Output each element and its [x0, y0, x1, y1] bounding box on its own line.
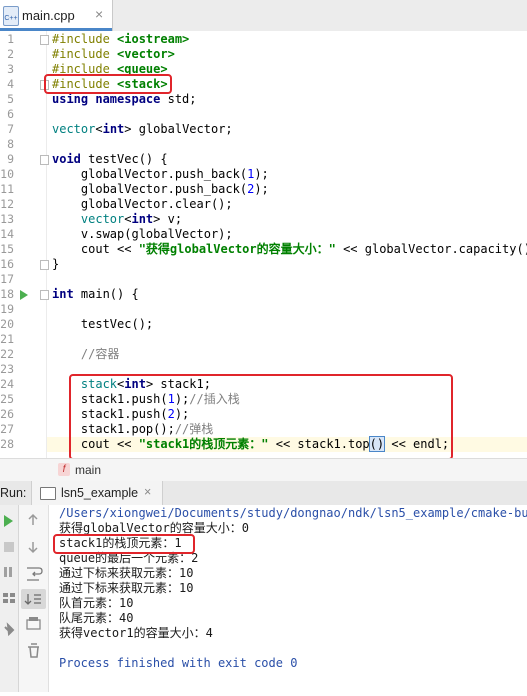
console-toolbar-icons — [21, 513, 46, 658]
layout-icon-part — [10, 593, 15, 597]
run-tab-label: lsn5_example — [61, 486, 139, 500]
line-number: 1 — [7, 32, 14, 46]
soft-wrap-icon[interactable] — [27, 567, 43, 581]
line-number: 22 — [0, 347, 14, 361]
fold-icon[interactable] — [40, 260, 49, 270]
line-number: 9 — [7, 152, 14, 166]
code-line: #include <iostream> — [52, 32, 190, 46]
editor-tab-bar: C++ main.cpp × — [0, 0, 527, 32]
tab-label: main.cpp — [22, 8, 75, 23]
stop-icon[interactable] — [4, 542, 14, 552]
close-icon[interactable]: × — [144, 485, 151, 499]
gutter-divider — [46, 31, 47, 458]
highlight-box — [53, 534, 195, 554]
code-line: v.swap(globalVector); — [52, 227, 233, 241]
line-number: 23 — [0, 362, 14, 376]
code-line: globalVector.push_back(1); — [52, 167, 269, 181]
run-gutter-icon[interactable] — [20, 290, 28, 300]
code-line: globalVector.push_back(2); — [52, 182, 269, 196]
run-toolbar-left — [0, 505, 19, 692]
fold-icon[interactable] — [40, 35, 49, 45]
run-label: Run: — [0, 486, 27, 500]
breadcrumb-label[interactable]: main — [75, 463, 101, 477]
line-number: 15 — [0, 242, 14, 256]
line-number: 19 — [0, 302, 14, 316]
scroll-to-end-toggle[interactable] — [21, 589, 46, 609]
highlight-box — [69, 374, 453, 458]
rerun-icon[interactable] — [4, 515, 13, 527]
line-number: 17 — [0, 272, 14, 286]
print-icon[interactable] — [26, 619, 41, 630]
line-number: 26 — [0, 407, 14, 421]
pin-icon[interactable] — [4, 622, 15, 637]
run-toolwindow-header: Run: lsn5_example × — [0, 481, 527, 506]
code-line: int main() { — [52, 287, 139, 301]
code-line: void testVec() { — [52, 152, 168, 166]
line-number: 28 — [0, 437, 14, 451]
line-number: 6 — [7, 107, 14, 121]
console-icon — [40, 487, 56, 500]
line-number: 4 — [7, 77, 14, 91]
line-number: 25 — [0, 392, 14, 406]
line-number: 18 — [0, 287, 14, 301]
scroll-up-icon[interactable] — [28, 513, 38, 525]
line-number: 27 — [0, 422, 14, 436]
code-line: } — [52, 257, 60, 271]
console-line: 通过下标来获取元素：10 — [59, 581, 194, 595]
line-number: 8 — [7, 137, 14, 151]
fold-icon[interactable] — [40, 290, 49, 300]
code-line: testVec(); — [52, 317, 154, 331]
code-line: //容器 — [52, 347, 120, 361]
line-number: 21 — [0, 332, 14, 346]
code-line: #include <vector> — [52, 47, 175, 61]
function-icon: f — [58, 463, 70, 476]
highlight-box — [44, 74, 172, 94]
line-number: 14 — [0, 227, 14, 241]
line-number: 5 — [7, 92, 14, 106]
line-number: 24 — [0, 377, 14, 391]
breadcrumb[interactable]: f main — [0, 458, 527, 482]
code-line: vector<int> v; — [52, 212, 183, 226]
line-number: 11 — [0, 182, 14, 196]
line-number: 16 — [0, 257, 14, 271]
close-icon[interactable]: × — [95, 6, 103, 22]
line-number: 2 — [7, 47, 14, 61]
line-number: 7 — [7, 122, 14, 136]
line-number: 13 — [0, 212, 14, 226]
run-tab-lsn5-example[interactable]: lsn5_example × — [31, 481, 163, 505]
scroll-down-icon[interactable] — [28, 542, 38, 554]
run-toolbar-icons — [3, 515, 15, 637]
console-line: Process finished with exit code 0 — [59, 656, 298, 670]
pause-icon-bar — [9, 567, 12, 577]
layout-icon[interactable] — [3, 593, 8, 597]
line-number: 10 — [0, 167, 14, 181]
code-line: using namespace std; — [52, 92, 197, 106]
line-number: 3 — [7, 62, 14, 76]
line-number: 20 — [0, 317, 14, 331]
trash-icon[interactable] — [28, 643, 39, 658]
code-line: vector<int> globalVector; — [52, 122, 233, 136]
layout-icon-part — [3, 599, 8, 603]
run-toolbar-secondary — [19, 505, 49, 692]
layout-icon-part — [10, 599, 15, 603]
tab-main-cpp[interactable]: C++ main.cpp × — [0, 0, 113, 31]
console-line: 通过下标来获取元素：10 — [59, 566, 194, 580]
pause-icon[interactable] — [4, 567, 7, 577]
console-line: 队尾元素：40 — [59, 611, 134, 625]
code-line: cout << "获得globalVector的容量大小：" << global… — [52, 242, 527, 256]
line-number: 12 — [0, 197, 14, 211]
cpp-file-icon: C++ — [3, 6, 19, 26]
console-line[interactable]: /Users/xiongwei/Documents/study/dongnao/… — [59, 506, 527, 521]
console-line: 获得vector1的容量大小：4 — [59, 626, 213, 640]
code-line: globalVector.clear(); — [52, 197, 233, 211]
console-line: 队首元素：10 — [59, 596, 134, 610]
fold-icon[interactable] — [40, 155, 49, 165]
code-editor[interactable]: 1 2 3 4 5 6 7 8 9 10 11 12 13 14 15 16 1… — [0, 31, 527, 458]
print-icon-top — [29, 617, 38, 621]
